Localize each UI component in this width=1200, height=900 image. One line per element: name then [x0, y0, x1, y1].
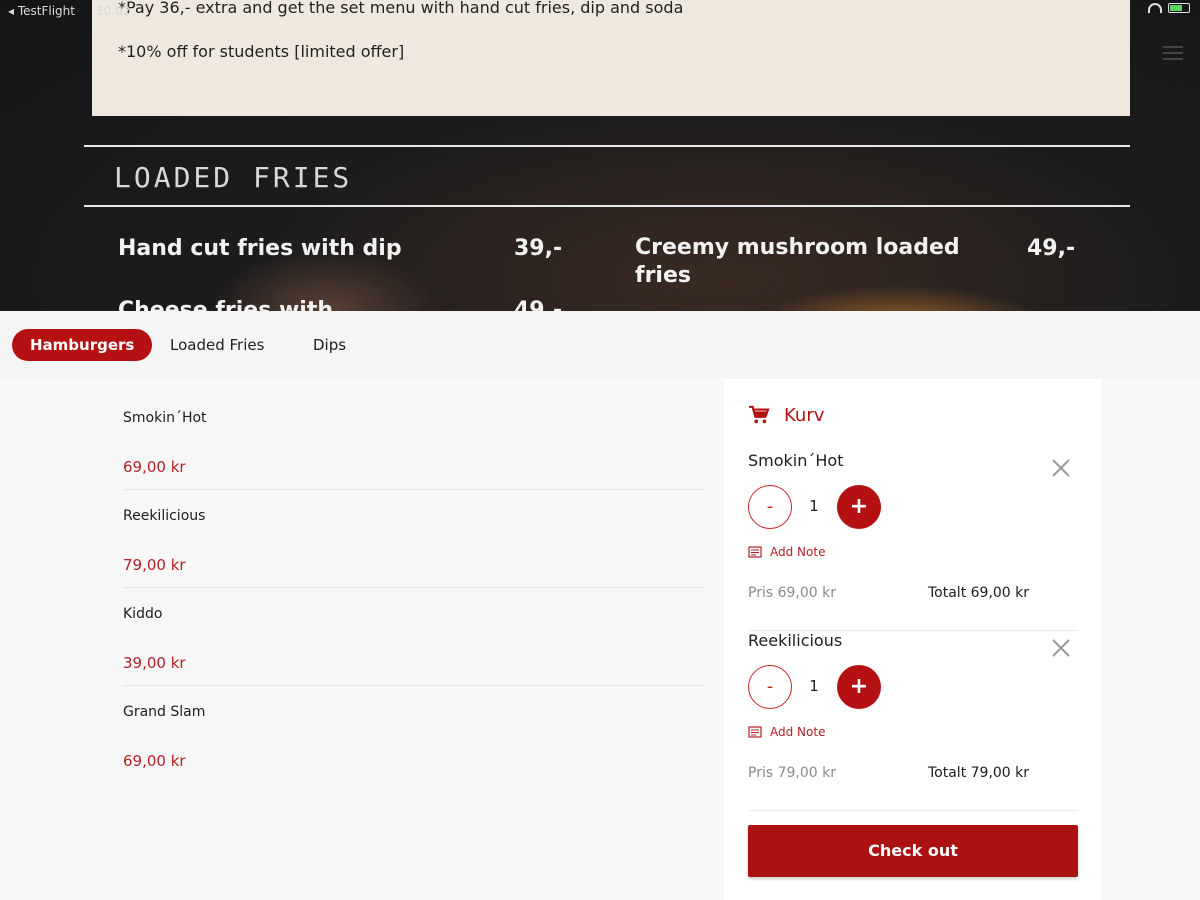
- section-header: LOADED FRIES: [84, 145, 1130, 207]
- cart-item-total: Totalt 69,00 kr: [928, 585, 1030, 601]
- menu-item-price: 49,-: [514, 298, 563, 311]
- quantity-increase-button[interactable]: +: [837, 665, 881, 709]
- menu-item-name-continued: fries: [635, 263, 691, 288]
- product-name: Grand Slam: [123, 704, 206, 720]
- menu-item-price: 39,-: [514, 236, 563, 261]
- tab-hamburgers[interactable]: Hamburgers: [12, 329, 153, 361]
- cart-panel: Kurv Smokin´Hot - 1 + Add Note Pris 69,0…: [724, 379, 1102, 900]
- status-time: 10.02: [96, 4, 131, 18]
- close-icon[interactable]: [1050, 637, 1072, 659]
- back-to-testflight[interactable]: ◂ TestFlight: [8, 4, 75, 18]
- note-icon: [748, 726, 762, 738]
- product-price: 69,00 kr: [123, 752, 186, 770]
- tab-dips[interactable]: Dips: [295, 329, 364, 361]
- checkout-button[interactable]: Check out: [748, 825, 1078, 877]
- product-name: Smokin´Hot: [123, 410, 207, 426]
- tab-loaded-fries[interactable]: Loaded Fries: [152, 329, 282, 361]
- product-name: Reekilicious: [123, 508, 206, 524]
- section-title: LOADED FRIES: [114, 161, 353, 194]
- quantity-decrease-button[interactable]: -: [748, 665, 792, 709]
- wifi-icon: [1148, 3, 1162, 13]
- cart-item: Smokin´Hot - 1 + Add Note Pris 69,00 kr …: [748, 451, 1078, 631]
- product-item[interactable]: Reekilicious 79,00 kr: [123, 490, 705, 588]
- cart-item: Reekilicious - 1 + Add Note Pris 79,00 k…: [748, 631, 1078, 811]
- category-tabs: Hamburgers Loaded Fries Dips: [0, 311, 1200, 379]
- product-price: 69,00 kr: [123, 458, 186, 476]
- quantity-decrease-button[interactable]: -: [748, 485, 792, 529]
- quantity-increase-button[interactable]: +: [837, 485, 881, 529]
- cart-item-unit-price: Pris 69,00 kr: [748, 585, 836, 601]
- hamburger-menu-icon[interactable]: [1163, 46, 1183, 60]
- add-note-label: Add Note: [770, 545, 826, 559]
- cart-title: Kurv: [784, 404, 825, 426]
- status-bar: ◂ TestFlight 10.02: [0, 0, 1200, 22]
- product-item[interactable]: Kiddo 39,00 kr: [123, 588, 705, 686]
- close-icon[interactable]: [1050, 457, 1072, 479]
- quantity-value: 1: [809, 497, 819, 515]
- status-indicators: [1148, 3, 1190, 13]
- battery-icon: [1168, 3, 1190, 13]
- product-item[interactable]: Smokin´Hot 69,00 kr: [123, 392, 705, 490]
- cart-item-name: Smokin´Hot: [748, 451, 844, 470]
- menu-item-name: Creemy mushroom loaded: [635, 235, 960, 260]
- food-photo-background: [760, 285, 1040, 311]
- cart-item-unit-price: Pris 79,00 kr: [748, 765, 836, 781]
- menu-item-name: Cheese fries with: [118, 298, 334, 311]
- add-note-button[interactable]: Add Note: [748, 545, 825, 559]
- add-note-label: Add Note: [770, 725, 826, 739]
- menu-item-name: Hand cut fries with dip: [118, 236, 402, 261]
- menu-board-hero: *Pay 36,- extra and get the set menu wit…: [0, 0, 1200, 311]
- cart-header: Kurv: [748, 403, 824, 427]
- quantity-value: 1: [809, 677, 819, 695]
- cart-item-name: Reekilicious: [748, 631, 843, 650]
- product-price: 79,00 kr: [123, 556, 186, 574]
- note-icon: [748, 546, 762, 558]
- product-price: 39,00 kr: [123, 654, 186, 672]
- product-name: Kiddo: [123, 606, 163, 622]
- cart-item-total: Totalt 79,00 kr: [928, 765, 1030, 781]
- add-note-button[interactable]: Add Note: [748, 725, 825, 739]
- menu-item-price: 49,-: [1027, 236, 1076, 261]
- product-item[interactable]: Grand Slam 69,00 kr: [123, 686, 705, 784]
- shopping-cart-icon: [749, 405, 770, 424]
- promo-line-students: *10% off for students [limited offer]: [118, 42, 405, 61]
